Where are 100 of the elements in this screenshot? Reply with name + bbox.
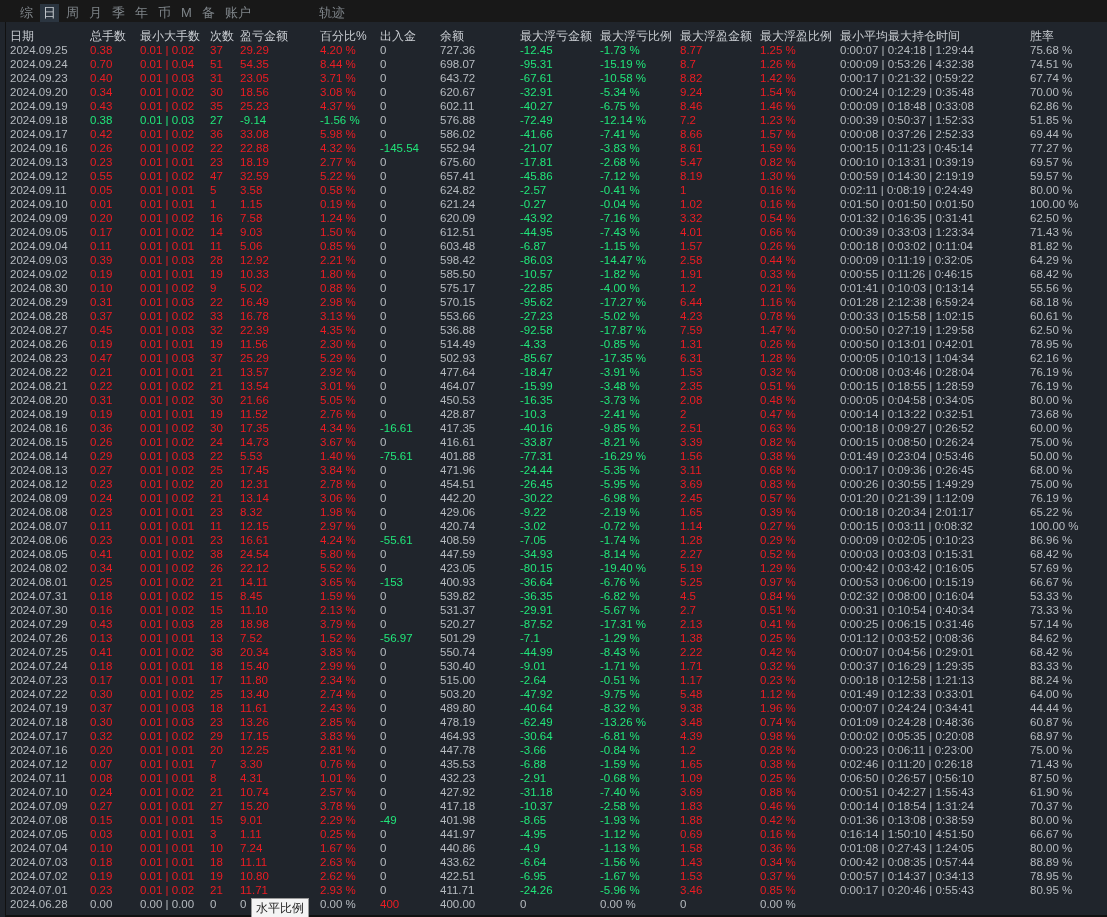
- table-cell: 0:00:17 | 0:21:32 | 0:59:22: [840, 71, 974, 85]
- table-cell: 0.01 | 0.01: [140, 183, 195, 197]
- tab[interactable]: 综: [17, 4, 36, 22]
- table-cell: 3.84 %: [320, 463, 356, 477]
- column-header[interactable]: 最小大手数: [140, 29, 200, 43]
- table-cell: 87.50 %: [1030, 771, 1073, 785]
- tab[interactable]: 月: [86, 4, 105, 22]
- table-cell: 0:00:42 | 0:03:42 | 0:16:05: [840, 561, 974, 575]
- tab[interactable]: 账户: [221, 4, 254, 22]
- tab[interactable]: 年: [132, 4, 151, 22]
- table-cell: -16.61: [380, 421, 413, 435]
- table-cell: 552.94: [440, 141, 476, 155]
- table-cell: 0:00:37 | 0:16:29 | 1:29:35: [840, 659, 974, 673]
- table-cell: 0: [380, 855, 387, 869]
- table-cell: 60.61 %: [1030, 309, 1073, 323]
- column-header[interactable]: 总手数: [90, 29, 126, 43]
- table-cell: 15: [210, 813, 223, 827]
- table-cell: 66.67 %: [1030, 827, 1073, 841]
- column-header[interactable]: 胜率: [1030, 29, 1054, 43]
- table-cell: -2.68 %: [600, 155, 640, 169]
- table-cell: 11.80: [240, 673, 268, 687]
- tab[interactable]: 币: [155, 4, 174, 22]
- table-cell: 401.98: [440, 813, 476, 827]
- table-cell: 3.78 %: [320, 799, 356, 813]
- column-header[interactable]: 余额: [440, 29, 464, 43]
- table-cell: 0: [380, 127, 387, 141]
- table-cell: 19: [210, 869, 223, 883]
- tooltip: 水平比例: [251, 898, 309, 917]
- table-cell: 0.01 | 0.03: [140, 295, 195, 309]
- table-cell: 612.51: [440, 225, 476, 239]
- table-cell: 0.55: [90, 169, 113, 183]
- table-cell: -8.21 %: [600, 435, 640, 449]
- tab[interactable]: M: [178, 4, 195, 22]
- table-cell: 400: [380, 897, 400, 911]
- table-cell: 0:00:18 | 0:20:34 | 2:01:17: [840, 505, 974, 519]
- table-cell: 0: [380, 281, 387, 295]
- table-cell: 21: [210, 575, 223, 589]
- table-cell: 30: [210, 85, 223, 99]
- table-cell: 441.97: [440, 827, 476, 841]
- table-cell: 0:01:28 | 2:12:38 | 6:59:24: [840, 295, 974, 309]
- tab[interactable]: 季: [109, 4, 128, 22]
- table-cell: 0.42 %: [760, 645, 796, 659]
- table-cell: 13.26: [240, 715, 269, 729]
- table-cell: 0:00:15 | 0:11:23 | 0:45:14: [840, 141, 973, 155]
- table-cell: 80.00 %: [1030, 841, 1073, 855]
- table-cell: -0.84 %: [600, 743, 640, 757]
- table-cell: 0.63 %: [760, 421, 796, 435]
- table-cell: 1.47 %: [760, 323, 796, 337]
- table-cell: 3.39: [680, 435, 703, 449]
- table-cell: 100.00 %: [1030, 197, 1079, 211]
- table-cell: 2.51: [680, 421, 703, 435]
- table-cell: -9.14: [240, 113, 267, 127]
- table-cell: 3.13 %: [320, 309, 356, 323]
- column-header[interactable]: 最大浮盈金额: [680, 29, 752, 43]
- table-cell: -3.73 %: [600, 393, 640, 407]
- table-cell: 0.01 | 0.02: [140, 43, 195, 57]
- table-cell: 0:00:18 | 0:12:58 | 1:21:13: [840, 673, 974, 687]
- table-cell: 0: [380, 253, 387, 267]
- table-cell: 2024.07.12: [10, 757, 68, 771]
- column-header[interactable]: 盈亏金额: [240, 29, 288, 43]
- column-header[interactable]: 次数: [210, 29, 234, 43]
- column-header[interactable]: 日期: [10, 29, 34, 43]
- table-cell: 1.15: [240, 197, 263, 211]
- table-cell: 75.00 %: [1030, 477, 1073, 491]
- table-cell: 0: [380, 435, 387, 449]
- column-header[interactable]: 最小平均最大持仓时间: [840, 29, 960, 43]
- table-cell: 2024.07.01: [10, 883, 68, 897]
- column-header[interactable]: 最大浮亏金额: [520, 29, 592, 43]
- table-cell: 0.01 | 0.01: [140, 519, 195, 533]
- table-cell: 2024.08.13: [10, 463, 68, 477]
- table-cell: -0.85 %: [600, 337, 640, 351]
- table-cell: 0: [380, 267, 387, 281]
- table-cell: 0.01 | 0.01: [140, 659, 195, 673]
- table-cell: 0: [380, 337, 387, 351]
- table-cell: 78.95 %: [1030, 337, 1073, 351]
- table-cell: 0:01:50 | 0:01:50 | 0:01:50: [840, 197, 974, 211]
- table-cell: 68.42 %: [1030, 267, 1073, 281]
- table-cell: 51: [210, 57, 223, 71]
- table-cell: 0.01 | 0.02: [140, 687, 195, 701]
- table-cell: 36: [210, 127, 223, 141]
- table-cell: 84.62 %: [1030, 631, 1073, 645]
- table-cell: 0: [380, 463, 387, 477]
- table-cell: 21: [210, 883, 223, 897]
- table-cell: 8.61: [680, 141, 703, 155]
- table-cell: -6.75 %: [600, 99, 640, 113]
- table-cell: 400.93: [440, 575, 476, 589]
- table-cell: 0.01 | 0.03: [140, 71, 195, 85]
- tab[interactable]: 备: [198, 4, 218, 22]
- column-header[interactable]: 百分比%: [320, 29, 367, 43]
- table-cell: 25: [210, 463, 223, 477]
- column-header[interactable]: 出入金: [380, 29, 416, 43]
- table-cell: -5.67 %: [600, 603, 640, 617]
- tab[interactable]: 轨迹: [315, 4, 348, 22]
- column-header[interactable]: 最大浮亏比例: [600, 29, 672, 43]
- table-cell: 0: [380, 883, 387, 897]
- tab[interactable]: 周: [63, 4, 82, 22]
- table-cell: 8.46: [680, 99, 703, 113]
- column-header[interactable]: 最大浮盈比例: [760, 29, 832, 43]
- tab[interactable]: 日: [40, 4, 59, 22]
- table-cell: 0.31: [90, 295, 113, 309]
